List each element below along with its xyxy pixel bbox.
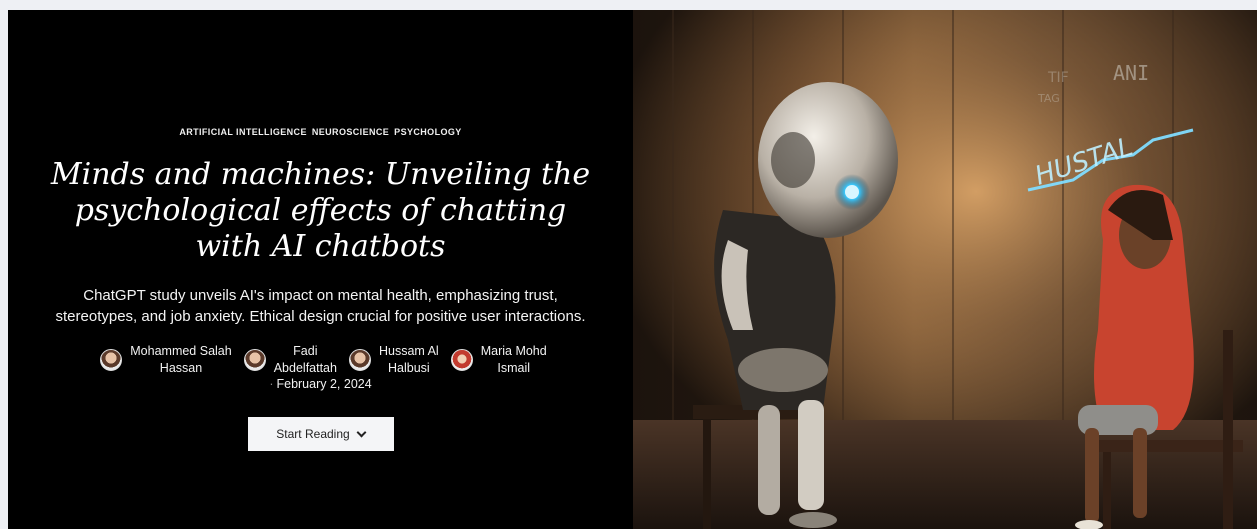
author-maria-mohd-ismail[interactable]: Maria Mohd Ismail	[450, 343, 547, 377]
avatar	[243, 349, 266, 371]
author-mohammed-salah-hassan[interactable]: Mohammed Salah Hassan	[100, 343, 232, 377]
publish-date: · February 2, 2024	[269, 377, 371, 391]
hero-section: ARTIFICIAL INTELLIGENCE NEUROSCIENCE PSY…	[8, 10, 1257, 529]
article-title: Minds and machines: Unveiling the psycho…	[50, 157, 591, 264]
avatar	[348, 349, 371, 371]
topic-tag-psychology[interactable]: PSYCHOLOGY	[394, 127, 462, 137]
date-text: February 2, 2024	[276, 377, 372, 391]
start-reading-label: Start Reading	[276, 427, 350, 441]
svg-text:TIF: TIF	[1047, 70, 1069, 86]
author-name: Hussam Al Halbusi	[378, 344, 439, 375]
author-fadi-abdelfattah[interactable]: Fadi Abdelfattah	[243, 343, 337, 377]
svg-text:ANI: ANI	[1113, 61, 1149, 85]
avatar	[100, 349, 123, 371]
author-list: Mohammed Salah Hassan Fadi Abdelfattah H…	[94, 343, 547, 377]
topic-tag-neuroscience[interactable]: NEUROSCIENCE	[312, 127, 389, 137]
topic-tags: ARTIFICIAL INTELLIGENCE NEUROSCIENCE PSY…	[179, 127, 461, 137]
hero-image: ANI TIF TAG HUSTAL	[633, 10, 1257, 529]
start-reading-button[interactable]: Start Reading	[247, 417, 394, 451]
svg-text:TAG: TAG	[1037, 92, 1060, 105]
author-hussam-al-halbusi[interactable]: Hussam Al Halbusi	[348, 343, 439, 377]
author-name: Maria Mohd Ismail	[480, 344, 547, 375]
topic-tag-artificial-intelligence[interactable]: ARTIFICIAL INTELLIGENCE	[179, 127, 307, 137]
author-name: Fadi Abdelfattah	[273, 344, 337, 375]
hero-text-panel: ARTIFICIAL INTELLIGENCE NEUROSCIENCE PSY…	[8, 10, 633, 529]
author-name: Mohammed Salah Hassan	[130, 344, 232, 375]
avatar	[450, 349, 473, 371]
robot-and-child-illustration: ANI TIF TAG HUSTAL	[633, 10, 1257, 529]
chevron-down-icon	[356, 427, 367, 437]
article-summary: ChatGPT study unveils AI's impact on men…	[55, 287, 586, 325]
date-separator: ·	[269, 377, 274, 391]
